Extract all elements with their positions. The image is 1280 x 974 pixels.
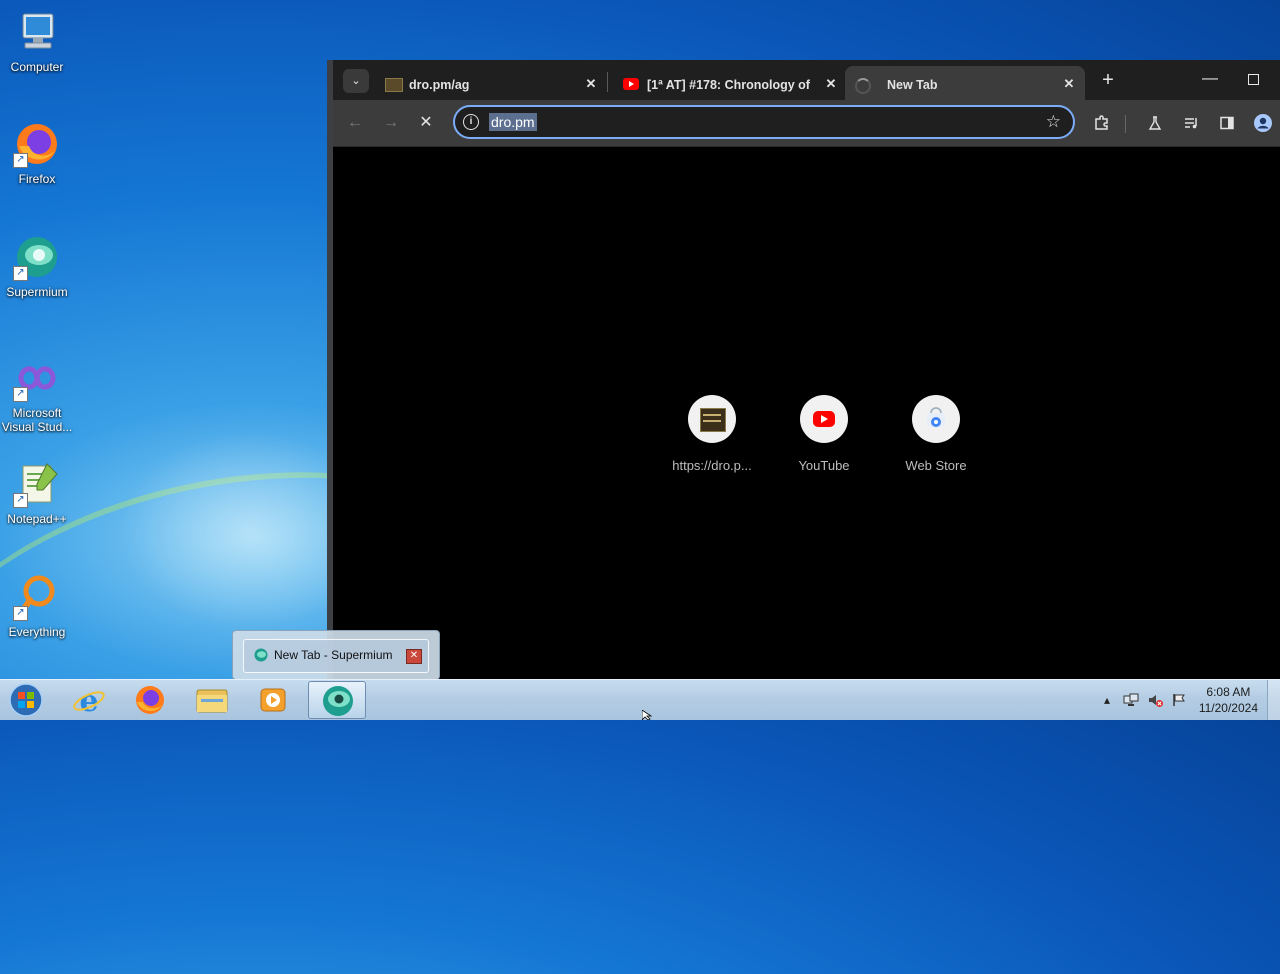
supermium-icon: ↗ <box>13 233 61 281</box>
computer-icon <box>13 8 61 56</box>
clock-date: 11/20/2024 <box>1198 701 1258 715</box>
close-tab-icon[interactable]: ✕ <box>823 76 839 92</box>
close-tab-icon[interactable]: ✕ <box>1061 76 1077 92</box>
extensions-icon[interactable] <box>1090 111 1114 135</box>
bookmark-star-icon[interactable]: ☆ <box>1046 112 1061 132</box>
toolbar-separator <box>1125 115 1126 133</box>
taskbar-internet-explorer[interactable]: e <box>60 681 118 719</box>
back-arrow-icon[interactable]: ← <box>343 111 367 135</box>
supermium-icon <box>254 648 268 662</box>
taskbar: e ▴ 6:08 AM 11/20/2024 <box>0 679 1280 720</box>
desktop-icon-visual-studio[interactable]: ↗ Microsoft Visual Stud... <box>0 354 74 434</box>
shortcut-label: Web Store <box>905 458 967 473</box>
desktop-icon-label: Computer <box>10 60 64 74</box>
shortcut-arrow-icon: ↗ <box>13 387 28 402</box>
everything-icon: ↗ <box>13 573 61 621</box>
maximize-icon[interactable] <box>1238 68 1268 90</box>
notepadpp-icon: ↗ <box>13 460 61 508</box>
address-bar[interactable]: i dro.pm ☆ <box>453 105 1075 139</box>
desktop-icon-everything[interactable]: ↗ Everything <box>0 573 74 639</box>
shortcut-arrow-icon: ↗ <box>13 266 28 281</box>
desktop-icon-label: Notepad++ <box>7 512 67 526</box>
desktop-icon-computer[interactable]: Computer <box>0 8 74 74</box>
forward-arrow-icon[interactable]: → <box>379 111 403 135</box>
show-desktop-button[interactable] <box>1267 680 1280 720</box>
tab-new-tab[interactable]: New Tab ✕ <box>845 66 1085 100</box>
mouse-cursor-icon <box>642 710 653 720</box>
desktop-icon-label: Microsoft Visual Stud... <box>1 406 73 434</box>
svg-text:e: e <box>79 684 98 719</box>
tab-title: [1ª AT] #178: Chronology of Id <box>647 78 813 92</box>
dro-pm-favicon <box>688 395 736 443</box>
labs-flask-icon[interactable] <box>1143 111 1167 135</box>
loading-spinner-icon <box>855 78 871 94</box>
taskbar-firefox[interactable] <box>121 681 179 719</box>
network-icon[interactable] <box>1123 692 1139 708</box>
desktop-icon-label: Firefox <box>18 172 56 186</box>
tab-title: New Tab <box>887 78 938 92</box>
tab-strip: ⌄ dro.pm/ag ✕ [1ª AT] #178: Chronology o… <box>333 60 1280 100</box>
browser-window: ⌄ dro.pm/ag ✕ [1ª AT] #178: Chronology o… <box>327 60 1280 680</box>
firefox-icon: ↗ <box>13 120 61 168</box>
youtube-icon <box>623 78 639 90</box>
close-window-icon[interactable]: ✕ <box>406 649 422 664</box>
system-clock[interactable]: 6:08 AM 11/20/2024 <box>1199 684 1258 716</box>
address-text[interactable]: dro.pm <box>489 113 537 131</box>
internet-explorer-icon: e <box>73 684 105 719</box>
start-button[interactable] <box>0 681 52 719</box>
shortcut-label: https://dro.p... <box>672 458 752 473</box>
stop-loading-icon[interactable]: ✕ <box>414 111 438 135</box>
shortcut-dro-pm[interactable]: https://dro.p... <box>662 395 762 473</box>
shortcut-youtube[interactable]: YouTube <box>774 395 874 473</box>
side-panel-icon[interactable] <box>1215 111 1239 135</box>
tab-dro-pm[interactable]: dro.pm/ag ✕ <box>375 66 603 100</box>
desktop-icon-notepadpp[interactable]: ↗ Notepad++ <box>0 460 74 526</box>
tab-title: dro.pm/ag <box>409 78 470 92</box>
shortcut-web-store[interactable]: Web Store <box>886 395 986 473</box>
show-hidden-icons-icon[interactable]: ▴ <box>1099 692 1115 708</box>
thumbnail-title: New Tab - Supermium <box>274 648 393 662</box>
taskbar-media-player[interactable] <box>244 681 302 719</box>
tab-search-button[interactable]: ⌄ <box>343 69 369 93</box>
browser-toolbar: ← → ✕ i dro.pm ☆ <box>333 100 1280 147</box>
media-controls-icon[interactable] <box>1179 111 1203 135</box>
tab-youtube[interactable]: [1ª AT] #178: Chronology of Id ✕ <box>613 66 841 100</box>
minimize-icon[interactable]: — <box>1195 68 1225 90</box>
thumbnail-title-bar: New Tab - Supermium ✕ <box>243 639 429 673</box>
taskbar-thumbnail-preview[interactable]: New Tab - Supermium ✕ <box>232 630 440 680</box>
shortcut-arrow-icon: ↗ <box>13 493 28 508</box>
dro-pm-favicon <box>385 78 403 92</box>
new-tab-button[interactable]: + <box>1096 68 1120 92</box>
shortcut-arrow-icon: ↗ <box>13 153 28 168</box>
profile-avatar-icon[interactable] <box>1251 111 1275 135</box>
taskbar-file-explorer[interactable] <box>183 681 241 719</box>
tab-separator <box>607 72 608 92</box>
shortcut-arrow-icon: ↗ <box>13 606 28 621</box>
desktop-icon-label: Everything <box>8 625 66 639</box>
desktop-icon-supermium[interactable]: ↗ Supermium <box>0 233 74 299</box>
clock-time: 6:08 AM <box>1206 685 1251 699</box>
firefox-icon <box>136 686 164 714</box>
desktop-icon-label: Supermium <box>6 285 68 299</box>
visual-studio-icon: ↗ <box>13 354 61 402</box>
action-center-flag-icon[interactable] <box>1171 692 1187 708</box>
supermium-icon <box>323 686 353 716</box>
youtube-icon <box>800 395 848 443</box>
site-info-icon[interactable]: i <box>463 114 479 130</box>
close-tab-icon[interactable]: ✕ <box>583 76 599 92</box>
shortcut-label: YouTube <box>798 458 850 473</box>
web-store-icon <box>912 395 960 443</box>
volume-muted-icon[interactable] <box>1147 692 1163 708</box>
media-player-icon <box>260 688 286 712</box>
folder-icon <box>196 689 228 713</box>
desktop-icon-firefox[interactable]: ↗ Firefox <box>0 120 74 186</box>
taskbar-supermium[interactable] <box>308 681 366 719</box>
